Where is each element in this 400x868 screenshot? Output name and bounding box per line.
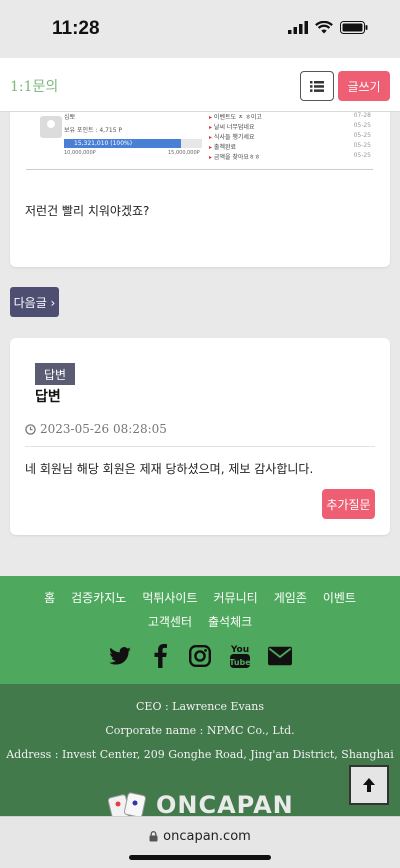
instagram-icon[interactable]: [188, 643, 212, 669]
embedded-bar-max: 15,000,000P: [168, 150, 200, 156]
wifi-icon: [315, 21, 333, 34]
answer-body-text: 네 회원님 해당 회원은 제재 당하셨으며, 제보 감사합니다.: [25, 462, 314, 476]
embedded-progress-bar: 15,321,010 (100%): [64, 139, 202, 148]
list-item: 출첵완료05-25: [209, 142, 371, 152]
status-bar: 11:28: [0, 0, 400, 58]
answer-date: 2023-05-26 08:28:05: [25, 422, 167, 436]
battery-icon: [340, 21, 368, 34]
post-body-text: 저런건 빨리 치워야겠죠?: [25, 204, 150, 218]
answer-card: 답변 답변 2023-05-26 08:28:05 네 회원님 해당 회원은 제…: [10, 338, 390, 535]
list-item: 이벤트도 ㅈ ㅎ이고07-28: [209, 112, 371, 122]
twitter-icon[interactable]: [108, 643, 132, 669]
footer-link-support[interactable]: 고객센터: [148, 613, 192, 630]
embedded-progress-label: 15,321,010 (100%): [74, 140, 133, 147]
scroll-to-top-button[interactable]: [349, 765, 389, 805]
footer-info: CEO : Lawrence Evans Corporate name : NP…: [0, 684, 400, 820]
footer-ceo: CEO : Lawrence Evans: [136, 700, 264, 713]
divider: [25, 446, 375, 447]
page-header: 1:1문의 글쓰기: [0, 58, 400, 112]
signal-icon: [288, 21, 308, 34]
footer-link-game-zone[interactable]: 게임존: [274, 589, 307, 606]
followup-question-button[interactable]: 추가질문: [322, 489, 375, 519]
footer-link-verified-casino[interactable]: 검증카지노: [71, 589, 126, 606]
embedded-screenshot: 심뽀 보유 포인트 : 4,715 P 15,321,010 (100%) 10…: [26, 112, 373, 170]
lock-icon: [149, 831, 158, 842]
logo-text: ONCAPAN: [156, 791, 294, 819]
answer-date-text: 2023-05-26 08:28:05: [40, 422, 167, 436]
footer-link-events[interactable]: 이벤트: [323, 589, 356, 606]
next-post-button[interactable]: 다음글 ›: [10, 287, 59, 317]
footer-nav: 홈 검증카지노 먹튀사이트 커뮤니티 게임존 이벤트 고객센터 출석체크 You…: [0, 576, 400, 684]
browser-url-bar: oncapan.com: [0, 816, 400, 868]
footer-menu-primary: 홈 검증카지노 먹튀사이트 커뮤니티 게임존 이벤트: [0, 589, 400, 606]
list-icon: [310, 80, 324, 92]
list-item: 금액을 찾아요ㅎㅎ05-25: [209, 152, 371, 162]
status-icons: [288, 21, 368, 34]
list-button[interactable]: [300, 71, 334, 101]
list-item: 식사들 챙기세요05-25: [209, 132, 371, 142]
svg-text:Tube: Tube: [229, 658, 251, 667]
youtube-icon[interactable]: You Tube: [228, 643, 252, 669]
footer-link-scam-sites[interactable]: 먹튀사이트: [142, 589, 197, 606]
footer-link-home[interactable]: 홈: [44, 589, 55, 606]
footer-menu-secondary: 고객센터 출석체크: [0, 613, 400, 630]
embedded-points: 보유 포인트 : 4,715 P: [64, 127, 123, 134]
footer-corporate-name: Corporate name : NPMC Co., Ltd.: [105, 724, 295, 737]
embedded-bar-min: 10,000,000P: [64, 150, 96, 156]
mail-icon[interactable]: [268, 643, 292, 669]
write-button[interactable]: 글쓰기: [338, 71, 390, 101]
url-text: oncapan.com: [163, 829, 251, 844]
page-title: 1:1문의: [10, 79, 59, 95]
footer-link-attendance[interactable]: 출석체크: [208, 613, 252, 630]
post-card: 심뽀 보유 포인트 : 4,715 P 15,321,010 (100%) 10…: [10, 112, 390, 267]
footer-address: Address : Invest Center, 209 Gonghe Road…: [6, 748, 394, 761]
embedded-list: 이벤트도 ㅈ ㅎ이고07-28 날씨 너무덥네요05-25 식사들 챙기세요05…: [209, 112, 371, 162]
home-indicator: [129, 855, 271, 860]
arrow-up-icon: [363, 778, 375, 792]
url-display[interactable]: oncapan.com: [0, 829, 400, 844]
footer-link-community[interactable]: 커뮤니티: [214, 589, 258, 606]
facebook-icon[interactable]: [148, 643, 172, 669]
clock-icon: [25, 423, 36, 435]
list-item: 날씨 너무덥네요05-25: [209, 122, 371, 132]
answer-badge: 답변: [35, 363, 75, 385]
answer-title: 답변: [35, 389, 61, 405]
status-time: 11:28: [52, 18, 100, 39]
embedded-username: 심뽀: [64, 114, 76, 121]
avatar: [40, 116, 62, 138]
svg-text:You: You: [230, 645, 249, 655]
social-links: You Tube: [0, 643, 400, 669]
